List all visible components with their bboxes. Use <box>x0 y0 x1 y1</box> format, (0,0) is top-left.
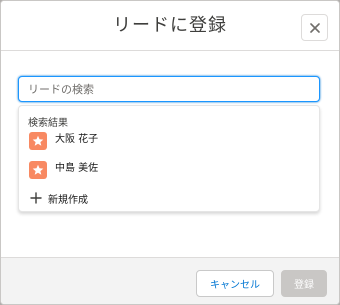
result-item-1[interactable]: 大阪 花子 <box>19 128 319 156</box>
close-button[interactable] <box>301 14 328 41</box>
lead-star-icon <box>29 132 47 150</box>
search-results-heading: 検索結果 <box>28 118 68 129</box>
create-new-label: 新規作成 <box>48 195 88 206</box>
modal-header: リードに登録 <box>1 1 339 51</box>
create-new-lead-option[interactable]: 新規作成 <box>19 188 319 208</box>
close-icon <box>309 22 320 33</box>
result-item-label: 大阪 花子 <box>55 134 99 145</box>
lead-search-input[interactable] <box>18 76 320 102</box>
modal-body: 検索結果 大阪 花子 中島 美佐 <box>1 51 339 257</box>
cancel-button[interactable]: キャンセル <box>196 270 274 297</box>
result-item-label: 中島 美佐 <box>55 163 99 174</box>
search-results-dropdown: 検索結果 大阪 花子 中島 美佐 新規作成 <box>18 105 320 212</box>
plus-icon <box>30 192 42 204</box>
register-button[interactable]: 登録 <box>281 270 327 297</box>
result-item-2[interactable]: 中島 美佐 <box>19 157 319 185</box>
modal-title: リードに登録 <box>113 15 227 36</box>
modal-footer: キャンセル 登録 <box>1 257 339 304</box>
lead-registration-modal: リードに登録 検索結果 大阪 花子 <box>0 0 340 305</box>
lead-star-icon <box>29 161 47 179</box>
